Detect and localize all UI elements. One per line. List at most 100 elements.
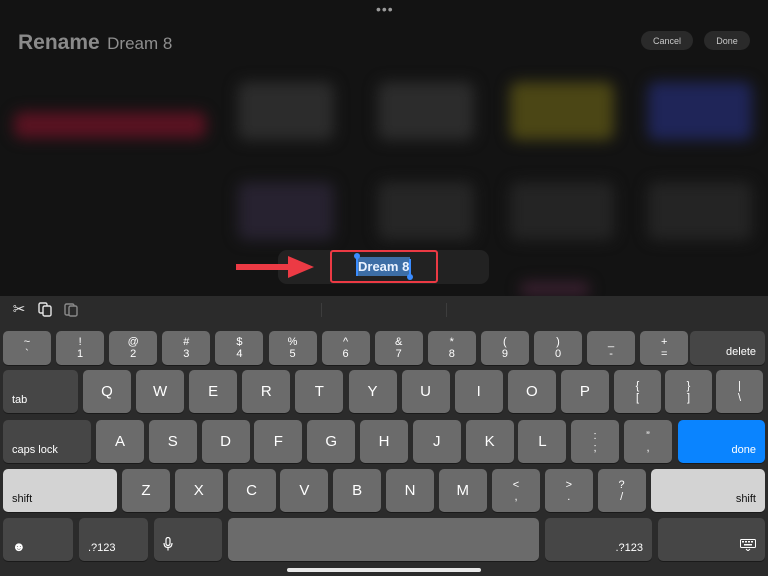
done-button[interactable]: Done xyxy=(704,31,750,50)
key-w[interactable]: W xyxy=(136,370,185,413)
key-row1-9-char: 9 xyxy=(501,348,508,360)
key-row1-1-labels: ! 1 xyxy=(77,336,83,360)
key-g[interactable]: G xyxy=(307,420,356,463)
key-y[interactable]: Y xyxy=(348,370,397,413)
cancel-button[interactable]: Cancel xyxy=(641,31,693,50)
key-row1-4[interactable]: $4 xyxy=(215,331,264,365)
key-row1-6[interactable]: ^ 6 xyxy=(321,331,370,365)
key-row1-11-char: - xyxy=(609,348,613,360)
hide-keyboard-key[interactable] xyxy=(658,518,765,561)
key-row3-sym-0-char: ; xyxy=(593,441,597,454)
key-row1-9[interactable]: (9 xyxy=(480,331,529,365)
key-m-label: M xyxy=(456,482,470,499)
key-row4-sym-1-shift-char: > xyxy=(565,478,573,491)
key-row1-12-char: = xyxy=(660,348,668,360)
key-o[interactable]: O xyxy=(507,370,556,413)
shift-left-label: shift xyxy=(12,493,33,505)
emoji-key[interactable]: ☻ xyxy=(3,518,73,561)
scissors-icon[interactable]: ✂ xyxy=(10,300,28,318)
key-s[interactable]: S xyxy=(148,420,197,463)
key-b-label: B xyxy=(352,482,363,499)
key-row1-10[interactable]: ) 0 xyxy=(534,331,582,365)
shift-right-key[interactable]: shift xyxy=(651,469,765,512)
key-m[interactable]: M xyxy=(438,469,487,512)
key-row1-5-shift-char: % xyxy=(287,336,298,348)
key-u[interactable]: U xyxy=(401,370,450,413)
key-row1-3-labels: #3 xyxy=(183,336,189,360)
key-row2-sym-2-shift-char: | xyxy=(738,379,741,392)
key-j[interactable]: J xyxy=(412,420,461,463)
numbers-key-label: .?123 xyxy=(88,542,116,554)
key-x[interactable]: X xyxy=(174,469,223,512)
tab-key[interactable]: tab xyxy=(3,370,78,413)
key-d-label: D xyxy=(220,433,232,450)
key-row3-sym-0-shift-char: : xyxy=(593,429,597,442)
key-row1-8-char: 8 xyxy=(448,348,455,360)
key-row3-sym-1-labels: ”, xyxy=(646,430,650,454)
key-l[interactable]: L xyxy=(518,420,567,463)
page-title: Rename Dream 8 xyxy=(18,31,172,55)
caps-lock-key[interactable]: caps lock xyxy=(3,420,91,463)
key-l-label: L xyxy=(538,433,547,450)
shortcut-separator xyxy=(321,303,322,317)
key-row1-5-char: 5 xyxy=(289,348,296,360)
key-e[interactable]: E xyxy=(189,370,238,413)
key-b[interactable]: B xyxy=(333,469,382,512)
copy-icon[interactable] xyxy=(36,300,54,318)
key-row1-12[interactable]: + = xyxy=(640,331,689,365)
key-n[interactable]: N xyxy=(386,469,434,512)
key-row1-12-shift-char: + xyxy=(660,336,668,348)
key-row1-2-char: 2 xyxy=(130,348,137,360)
space-bar[interactable] xyxy=(228,518,539,561)
item-name: Dream 8 xyxy=(107,34,173,53)
shift-left-key[interactable]: shift xyxy=(3,469,117,512)
key-h[interactable]: H xyxy=(360,420,408,463)
key-z[interactable]: Z xyxy=(122,469,170,512)
key-row4-sym-0[interactable]: <, xyxy=(492,469,540,512)
key-p[interactable]: P xyxy=(560,370,609,413)
numbers-key-right[interactable]: .?123 xyxy=(545,518,652,561)
key-v[interactable]: V xyxy=(280,469,329,512)
delete-key-label: delete xyxy=(726,346,756,358)
key-row1-1-char: 1 xyxy=(77,348,84,360)
key-row4-sym-2-labels: ? / xyxy=(619,479,625,503)
key-row2-sym-0[interactable]: {[ xyxy=(614,370,661,413)
key-row4-sym-1[interactable]: >. xyxy=(544,469,593,512)
key-row3-sym-1[interactable]: ”, xyxy=(624,420,672,463)
key-i[interactable]: I xyxy=(454,370,503,413)
numbers-key-left[interactable]: .?123 xyxy=(79,518,148,561)
key-k-label: K xyxy=(484,433,495,450)
key-t[interactable]: T xyxy=(295,370,344,413)
key-c[interactable]: C xyxy=(227,469,276,512)
key-row1-8[interactable]: * 8 xyxy=(427,331,476,365)
key-row1-2[interactable]: @2 xyxy=(109,331,158,365)
key-row3-sym-0-labels: :; xyxy=(593,430,596,454)
key-row1-5[interactable]: % 5 xyxy=(268,331,317,365)
paste-icon[interactable] xyxy=(62,300,80,318)
key-row1-7-labels: & 7 xyxy=(395,336,402,360)
dictation-key[interactable] xyxy=(154,518,222,561)
more-options-icon[interactable]: ••• xyxy=(376,1,394,17)
done-key[interactable]: done xyxy=(678,420,765,463)
key-z-label: Z xyxy=(141,482,151,499)
delete-key[interactable]: delete xyxy=(690,331,765,365)
key-q[interactable]: Q xyxy=(83,370,131,413)
key-row3-sym-0[interactable]: :; xyxy=(571,420,619,463)
key-row1-7-char: 7 xyxy=(395,348,402,360)
shortcut-separator xyxy=(446,303,447,317)
key-f[interactable]: F xyxy=(254,420,303,463)
key-row1-7[interactable]: & 7 xyxy=(374,331,423,365)
key-d[interactable]: D xyxy=(201,420,250,463)
key-row1-1[interactable]: ! 1 xyxy=(56,331,105,365)
key-k[interactable]: K xyxy=(465,420,514,463)
key-row1-4-shift-char: $ xyxy=(236,336,243,348)
key-row2-sym-2[interactable]: | \ xyxy=(716,370,763,413)
home-indicator[interactable] xyxy=(287,568,481,572)
key-row4-sym-2[interactable]: ? / xyxy=(597,469,646,512)
key-a[interactable]: A xyxy=(96,420,144,463)
key-r[interactable]: R xyxy=(242,370,291,413)
key-row1-0[interactable]: ~ ` xyxy=(3,331,51,365)
key-row1-3[interactable]: #3 xyxy=(162,331,211,365)
key-row1-11[interactable]: _ - xyxy=(587,331,636,365)
key-row2-sym-1[interactable]: }] xyxy=(665,370,712,413)
